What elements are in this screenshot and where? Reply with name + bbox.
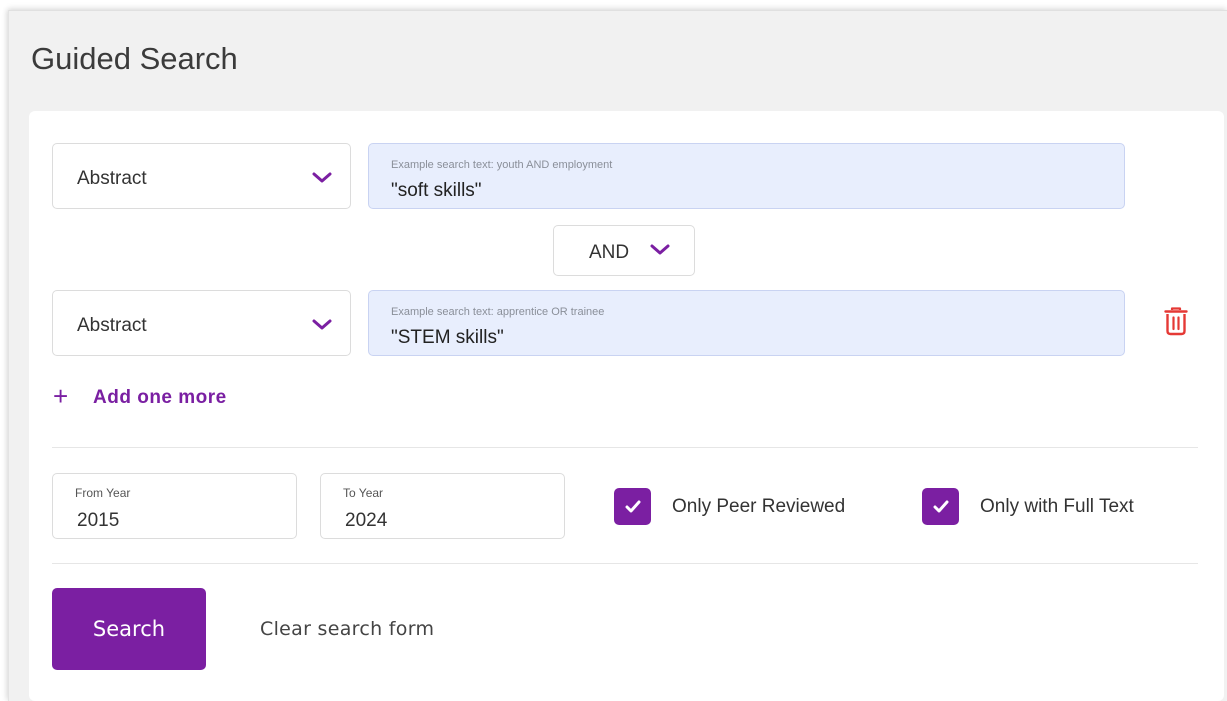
plus-icon: + (53, 381, 69, 411)
to-year-value: 2024 (345, 510, 388, 531)
search-term-2-value: "STEM skills" (391, 327, 504, 348)
to-year-label: To Year (343, 486, 384, 500)
check-icon (625, 500, 640, 513)
peer-reviewed-checkbox[interactable]: Only Peer Reviewed (614, 488, 845, 525)
from-year-label: From Year (75, 486, 131, 500)
chevron-down-icon (312, 172, 332, 183)
from-year-value: 2015 (77, 510, 120, 531)
field-select-2-value: Abstract (77, 315, 147, 336)
add-row-label: Add one more (93, 387, 227, 408)
add-row-button[interactable]: + Add one more (53, 381, 227, 413)
field-select-1-value: Abstract (77, 168, 147, 189)
peer-reviewed-checkbox-box[interactable] (614, 488, 651, 525)
check-icon (933, 500, 948, 513)
boolean-operator-select[interactable]: AND (553, 225, 695, 276)
field-select-1[interactable]: Abstract (52, 143, 351, 209)
search-term-input-1[interactable]: Example search text: youth AND employmen… (368, 143, 1125, 209)
chevron-down-icon (312, 319, 332, 330)
search-term-1-placeholder: Example search text: youth AND employmen… (391, 159, 613, 171)
search-term-1-value: "soft skills" (391, 180, 482, 201)
peer-reviewed-label: Only Peer Reviewed (672, 495, 846, 517)
field-select-2[interactable]: Abstract (52, 290, 351, 356)
search-term-2-placeholder: Example search text: apprentice OR train… (391, 306, 605, 318)
to-year-input[interactable]: To Year 2024 (320, 473, 565, 539)
full-text-checkbox[interactable]: Only with Full Text (922, 488, 1134, 525)
search-term-input-2[interactable]: Example search text: apprentice OR train… (368, 290, 1125, 356)
full-text-checkbox-box[interactable] (922, 488, 959, 525)
divider (52, 447, 1198, 448)
guided-search-form: Abstract Example search text: youth AND … (29, 111, 1224, 701)
chevron-down-icon (650, 244, 670, 255)
trash-icon[interactable] (1164, 306, 1188, 336)
clear-search-form-link[interactable]: Clear search form (260, 618, 434, 640)
from-year-input[interactable]: From Year 2015 (52, 473, 297, 539)
page-title: Guided Search (31, 41, 238, 76)
full-text-label: Only with Full Text (980, 495, 1134, 517)
app-frame: Guided Search Abstract Example search te… (8, 10, 1227, 701)
divider (52, 563, 1198, 564)
search-button[interactable]: Search (52, 588, 206, 670)
boolean-operator-value: AND (589, 242, 630, 263)
